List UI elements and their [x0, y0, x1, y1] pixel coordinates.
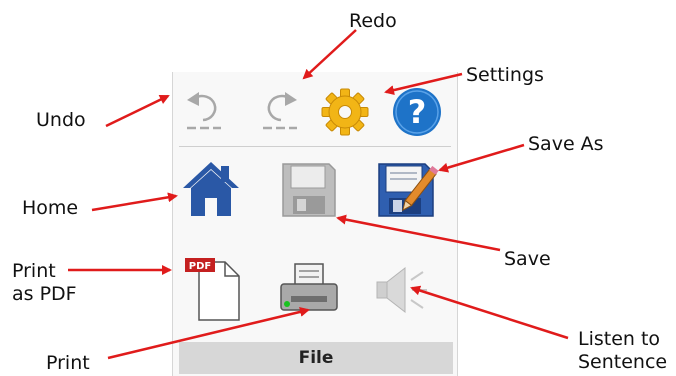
print-as-pdf-callout: Print as PDF: [12, 260, 77, 306]
save-callout-arrow: [336, 214, 501, 252]
undo-callout: Undo: [36, 109, 86, 131]
redo-callout: Redo: [349, 10, 397, 32]
print-callout: Print: [46, 352, 90, 374]
save-as-callout: Save As: [528, 133, 604, 155]
save-callout: Save: [504, 248, 551, 270]
listen-callout-arrow: [410, 285, 569, 340]
callout-arrows: [68, 29, 569, 360]
listen-callout: Listen to Sentence: [578, 328, 667, 374]
listen-callout-line2: Sentence: [578, 351, 668, 373]
print-as-pdf-callout-line2: as PDF: [12, 283, 77, 305]
undo-callout-arrow: [105, 94, 170, 128]
settings-callout: Settings: [466, 64, 544, 86]
settings-callout-arrow: [384, 72, 463, 96]
listen-callout-line1: Listen to: [578, 328, 661, 350]
home-callout-arrow: [91, 192, 178, 212]
save-as-callout-arrow: [438, 143, 525, 173]
home-callout: Home: [22, 197, 79, 219]
print-callout-arrow: [107, 307, 310, 360]
redo-callout-arrow: [302, 29, 357, 80]
print-as-pdf-callout-line1: Print: [12, 260, 56, 282]
